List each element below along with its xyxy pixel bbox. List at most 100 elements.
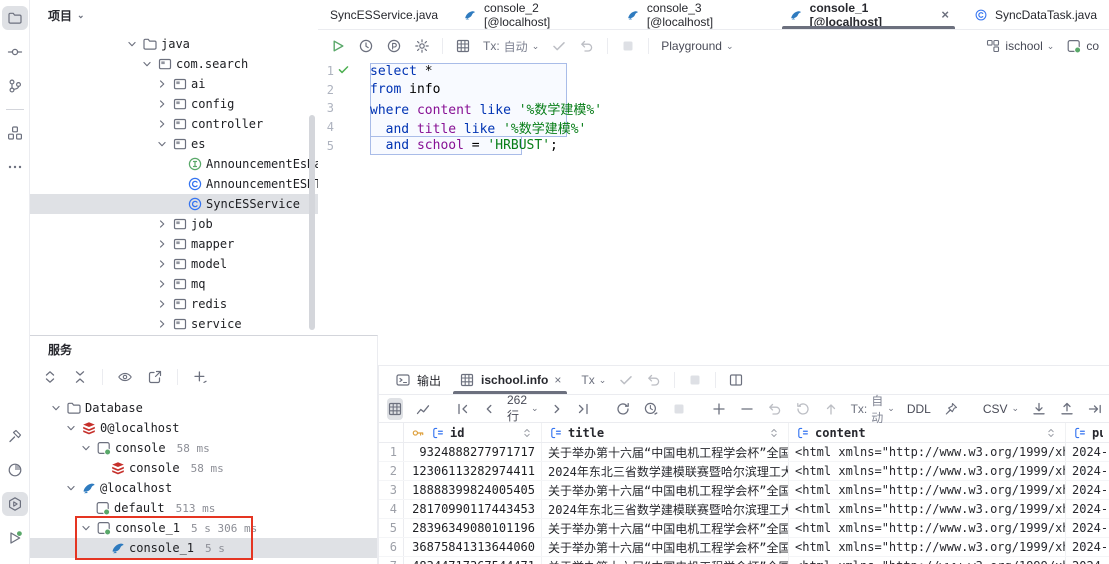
editor-tab-syncesservice-java[interactable]: SyncESService.java: [318, 0, 450, 29]
sort-icon[interactable]: [1043, 425, 1059, 441]
stripe-more-tools-button[interactable]: [2, 155, 28, 179]
grid-corner-cell[interactable]: [379, 423, 404, 442]
service-tree-item-database[interactable]: Database: [30, 398, 377, 418]
chevron-right-icon[interactable]: [154, 77, 169, 91]
grid-cell[interactable]: <html xmlns="http://www.w3.org/1999/xhtm…: [789, 462, 1066, 480]
stripe-structure-button[interactable]: [2, 121, 28, 145]
tab-output[interactable]: 输出: [387, 366, 449, 394]
expand-all-icon[interactable]: [42, 369, 58, 385]
chevron-down-icon[interactable]: [78, 521, 93, 535]
history-icon[interactable]: [358, 38, 374, 54]
project-tree-item-model[interactable]: model: [30, 254, 318, 274]
stripe-build-button[interactable]: [2, 424, 28, 448]
grid-cell[interactable]: 2024-: [1066, 557, 1109, 564]
project-tree-item-java[interactable]: java: [30, 34, 318, 54]
last-page-icon[interactable]: [575, 401, 591, 417]
service-tree-item-console-1[interactable]: console_1 5 s 306 ms: [30, 518, 377, 538]
code-line[interactable]: 5 and school = 'HRBUST';: [318, 136, 1109, 155]
project-tree-item-controller[interactable]: controller: [30, 114, 318, 134]
add-row-icon[interactable]: [711, 401, 727, 417]
stop-icon[interactable]: [671, 401, 687, 417]
sql-code-editor[interactable]: 1 select * 2 from info 3 where content like '…: [318, 62, 1109, 365]
grid-cell[interactable]: 2024-: [1066, 481, 1109, 499]
grid-cell[interactable]: <html xmlns="http://www.w3.org/1999/xhtm…: [789, 538, 1066, 556]
session-selector[interactable]: co: [1066, 38, 1099, 54]
tx-quick-menu[interactable]: Tx ⌄: [581, 373, 606, 387]
add-service-icon[interactable]: [192, 369, 208, 385]
grid-cell[interactable]: 关于举办第十六届“中国电机工程学会杯”全国大学: [542, 443, 789, 461]
chevron-right-icon[interactable]: [154, 117, 169, 131]
stripe-terminal-button[interactable]: [2, 560, 28, 564]
grid-cell[interactable]: 9324888277971717: [404, 443, 542, 461]
project-tree-item-es[interactable]: es: [30, 134, 318, 154]
grid-cell[interactable]: <html xmlns="http://www.w3.org/1999/xhtm…: [789, 443, 1066, 461]
grid-cell[interactable]: 2024-: [1066, 500, 1109, 518]
project-tree-item-com-search[interactable]: com.search: [30, 54, 318, 74]
grid-cell[interactable]: 28170990117443453: [404, 500, 542, 518]
ddl-button[interactable]: DDL: [907, 402, 931, 416]
stripe-services-button[interactable]: [2, 492, 28, 516]
code-line[interactable]: 3 where content like '%数学建模%': [318, 99, 1109, 118]
project-tree-item-mapper[interactable]: mapper: [30, 234, 318, 254]
grid-cell[interactable]: 36875841313644060: [404, 538, 542, 556]
chevron-right-icon[interactable]: [154, 297, 169, 311]
grid-cell[interactable]: <html xmlns="http://www.w3.org/1999/xhtm…: [789, 557, 1066, 564]
grid-cell[interactable]: 18888399824005405: [404, 481, 542, 499]
editor-tab-console-3-localhost-[interactable]: console_3 [@localhost]: [613, 0, 776, 29]
chevron-down-icon[interactable]: [63, 481, 78, 495]
grid-cell[interactable]: 2024-: [1066, 519, 1109, 537]
grid-cell[interactable]: 2024年东北三省数学建模联赛暨哈尔滨理工大学数: [542, 462, 789, 480]
revert-icon[interactable]: [767, 401, 783, 417]
grid-cell[interactable]: <html xmlns="http://www.w3.org/1999/xhtm…: [789, 519, 1066, 537]
run-query-icon[interactable]: [330, 38, 346, 54]
sort-icon[interactable]: [766, 425, 782, 441]
stripe-run-button[interactable]: [2, 526, 28, 550]
chevron-down-icon[interactable]: [139, 57, 154, 71]
chevron-right-icon[interactable]: [154, 237, 169, 251]
reload-icon[interactable]: [795, 401, 811, 417]
project-tree-item-config[interactable]: config: [30, 94, 318, 114]
sort-icon[interactable]: [519, 425, 535, 441]
grid-view-toggle[interactable]: [387, 397, 403, 420]
grid-cell[interactable]: <html xmlns="http://www.w3.org/1999/xhtm…: [789, 481, 1066, 499]
project-tree-item-announcementesdto[interactable]: AnnouncementESDTO: [30, 174, 318, 194]
chevron-right-icon[interactable]: [154, 257, 169, 271]
close-icon[interactable]: ×: [941, 8, 949, 21]
grid-row-number[interactable]: 7: [379, 557, 404, 564]
auto-refresh-clock-icon[interactable]: [643, 401, 659, 417]
submit-icon[interactable]: [823, 401, 839, 417]
stripe-profiler-button[interactable]: [2, 458, 28, 482]
transaction-mode[interactable]: Tx: 自动 ⌄: [483, 38, 539, 55]
code-line[interactable]: 2 from info: [318, 81, 1109, 100]
next-page-icon[interactable]: [549, 401, 565, 417]
chevron-down-icon[interactable]: [63, 421, 78, 435]
prev-page-icon[interactable]: [481, 401, 497, 417]
grid-row-number[interactable]: 4: [379, 500, 404, 518]
editor-tab-console-2-localhost-[interactable]: console_2 [@localhost]: [450, 0, 613, 29]
grid-cell[interactable]: 关于举办第十六届“中国电机工程学会杯”全国大学: [542, 538, 789, 556]
pin-icon[interactable]: [943, 401, 959, 417]
stripe-project-folder-button[interactable]: [2, 6, 28, 30]
project-scrollbar[interactable]: [309, 115, 315, 330]
project-header[interactable]: 项目 ⌄: [30, 0, 318, 30]
service-tree-item-0-localhost[interactable]: 0@localhost: [30, 418, 377, 438]
chevron-right-icon[interactable]: [154, 317, 169, 331]
grid-row-number[interactable]: 5: [379, 519, 404, 537]
stripe-vcs-branch-button[interactable]: [2, 74, 28, 98]
grid-cell[interactable]: <html xmlns="http://www.w3.org/1999/xhtm…: [789, 500, 1066, 518]
settings-gear-icon[interactable]: [414, 38, 430, 54]
rollback-icon[interactable]: [579, 38, 595, 54]
stop-icon[interactable]: [687, 372, 703, 388]
refresh-icon[interactable]: [615, 401, 631, 417]
grid-column-header-content[interactable]: content: [789, 423, 1066, 442]
editor-tab-console-1-localhost-[interactable]: console_1 [@localhost] ×: [776, 0, 961, 29]
grid-cell[interactable]: 2024-: [1066, 462, 1109, 480]
project-tree-item-redis[interactable]: redis: [30, 294, 318, 314]
upload-icon[interactable]: [1059, 401, 1075, 417]
tab-grid-ischool-info[interactable]: ischool.info ×: [451, 366, 569, 394]
grid-row-number[interactable]: 1: [379, 443, 404, 461]
grid-cell[interactable]: 关于举办第十六届“中国电机工程学会杯”全国大学: [542, 481, 789, 499]
service-tree-item-console[interactable]: console 58 ms: [30, 458, 377, 478]
service-tree-item--localhost[interactable]: @localhost: [30, 478, 377, 498]
service-tree-item-default[interactable]: default 513 ms: [30, 498, 377, 518]
